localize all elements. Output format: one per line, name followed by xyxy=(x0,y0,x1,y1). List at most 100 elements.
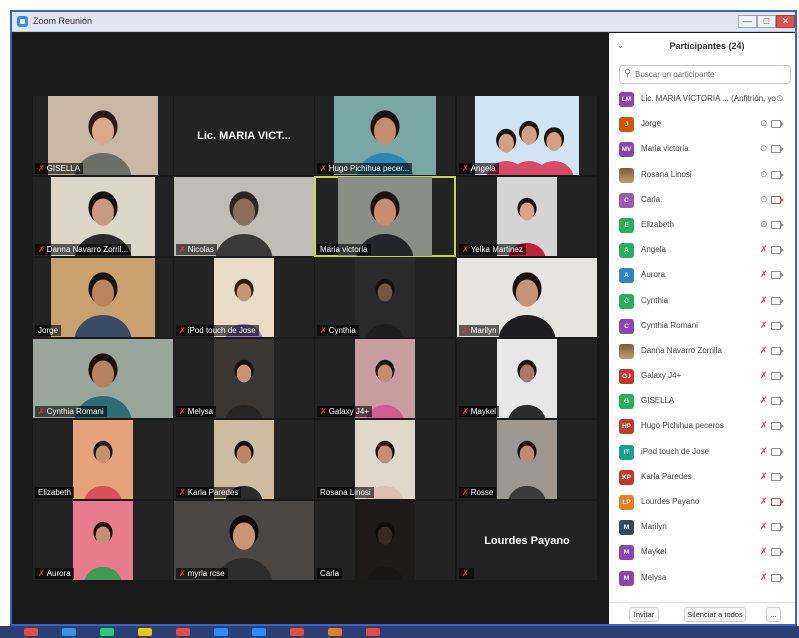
taskbar-app-icon[interactable] xyxy=(214,628,228,636)
video-tile[interactable]: ✗ Karla Paredes xyxy=(174,420,314,499)
video-camera-icon[interactable] xyxy=(771,145,784,154)
video-tile[interactable]: ✗ Nicolas xyxy=(174,177,314,256)
invite-button[interactable]: Invitar xyxy=(629,607,659,622)
participant-row[interactable]: Rosana Linosi ⊙ xyxy=(609,163,795,188)
muted-mic-icon[interactable]: ✗ xyxy=(760,395,768,406)
video-tile[interactable]: ✗ Danna Navarro Zorril... xyxy=(33,177,173,256)
video-tile[interactable]: ✗ GISELLA xyxy=(33,96,173,175)
video-tile[interactable]: ✗ Galaxy J4+ xyxy=(315,339,455,418)
video-tile[interactable]: ✗ Cynthia Romani xyxy=(33,339,173,418)
participant-row[interactable]: GJ Galaxy J4+ ✗ xyxy=(609,364,795,389)
video-tile[interactable]: ✗ Melysa xyxy=(174,339,314,418)
video-tile[interactable]: ✗ Marilyn xyxy=(457,258,597,337)
video-tile[interactable]: ✗ Cynthia xyxy=(315,258,455,337)
mic-icon[interactable]: ⊙ xyxy=(760,169,768,180)
video-camera-icon[interactable] xyxy=(771,346,784,355)
mic-icon[interactable]: ⊙ xyxy=(776,93,784,104)
participant-row[interactable]: MV Maria victoria ⊙ xyxy=(609,137,795,162)
taskbar-app-icon[interactable] xyxy=(62,628,76,636)
muted-mic-icon[interactable]: ✗ xyxy=(760,446,768,457)
video-tile[interactable]: Rosana Linosi xyxy=(315,420,455,499)
video-camera-icon[interactable] xyxy=(771,321,784,330)
video-camera-icon[interactable] xyxy=(771,422,784,431)
taskbar-app-icon[interactable] xyxy=(24,628,38,636)
taskbar-app-icon[interactable] xyxy=(290,628,304,636)
muted-mic-icon[interactable]: ✗ xyxy=(760,546,768,557)
video-camera-icon[interactable] xyxy=(771,170,784,179)
muted-mic-icon[interactable]: ✗ xyxy=(760,471,768,482)
video-tile[interactable]: Lic. MARIA VICT... xyxy=(174,96,314,175)
video-camera-icon[interactable] xyxy=(771,246,784,255)
close-button[interactable]: ✕ xyxy=(776,15,795,28)
participant-row[interactable]: M Melysa ✗ xyxy=(609,566,795,591)
mic-icon[interactable]: ⊙ xyxy=(760,194,768,205)
participant-row[interactable]: HP Hugo Pichihua peceros ✗ xyxy=(609,414,795,439)
search-input[interactable] xyxy=(635,68,785,81)
muted-mic-icon[interactable]: ✗ xyxy=(760,572,768,583)
participant-row[interactable]: J Jorge ⊙ xyxy=(609,112,795,137)
video-camera-icon[interactable] xyxy=(771,397,784,406)
taskbar-app-icon[interactable] xyxy=(138,628,152,636)
taskbar-app-icon[interactable] xyxy=(252,628,266,636)
participant-row[interactable]: M Maykel ✗ xyxy=(609,540,795,565)
muted-mic-icon[interactable]: ✗ xyxy=(760,420,768,431)
video-tile[interactable]: ✗ Angela xyxy=(457,96,597,175)
muted-mic-icon[interactable]: ✗ xyxy=(760,370,768,381)
taskbar-app-icon[interactable] xyxy=(366,628,380,636)
muted-mic-icon[interactable]: ✗ xyxy=(760,345,768,356)
participant-row[interactable]: LP Lourdes Payano ✗ xyxy=(609,490,795,515)
participant-row[interactable]: A Angela ✗ xyxy=(609,238,795,263)
participant-row[interactable]: KP Karla Paredes ✗ xyxy=(609,465,795,490)
video-camera-icon[interactable] xyxy=(771,372,784,381)
video-camera-icon[interactable] xyxy=(771,296,784,305)
video-tile[interactable]: ✗ iPod touch de Jose xyxy=(174,258,314,337)
muted-mic-icon[interactable]: ✗ xyxy=(760,244,768,255)
participant-row[interactable]: C Carla ⊙ xyxy=(609,188,795,213)
participant-search[interactable]: ⚲ xyxy=(619,65,791,84)
minimize-button[interactable]: — xyxy=(738,15,757,28)
maximize-button[interactable]: □ xyxy=(757,15,776,28)
mic-icon[interactable]: ⊙ xyxy=(760,219,768,230)
video-tile[interactable]: Lourdes Payano ✗ xyxy=(457,501,597,580)
taskbar-app-icon[interactable] xyxy=(328,628,342,636)
video-off-icon[interactable] xyxy=(771,195,784,204)
participant-row[interactable]: G GISELLA ✗ xyxy=(609,389,795,414)
participant-row[interactable]: Danna Navarro Zorrilla ✗ xyxy=(609,339,795,364)
participant-row[interactable]: A Aurora ✗ xyxy=(609,263,795,288)
video-camera-icon[interactable] xyxy=(771,120,784,129)
taskbar-app-icon[interactable] xyxy=(176,628,190,636)
video-tile[interactable]: Maria victoria xyxy=(314,176,456,257)
muted-mic-icon[interactable]: ✗ xyxy=(760,521,768,532)
participant-row[interactable]: C Cynthia Romani ✗ xyxy=(609,314,795,339)
muted-mic-icon[interactable]: ✗ xyxy=(760,496,768,507)
title-bar[interactable]: Zoom Reunión — □ ✕ xyxy=(12,12,795,32)
video-camera-icon[interactable] xyxy=(771,472,784,481)
video-tile[interactable]: ✗ Aurora xyxy=(33,501,173,580)
mic-icon[interactable]: ⊙ xyxy=(760,143,768,154)
mic-icon[interactable]: ⊙ xyxy=(760,118,768,129)
mute-all-button[interactable]: Silenciar a todos xyxy=(684,607,746,622)
participant-row[interactable]: E Elizabeth ⊙ xyxy=(609,213,795,238)
video-tile[interactable]: ✗ Hugo Pichihua pecer... xyxy=(315,96,455,175)
taskbar-app-icon[interactable] xyxy=(100,628,114,636)
video-tile[interactable]: Jorge xyxy=(33,258,173,337)
participant-row[interactable]: IT iPod touch de Jose ✗ xyxy=(609,440,795,465)
video-off-icon[interactable] xyxy=(771,498,784,506)
muted-mic-icon[interactable]: ✗ xyxy=(760,269,768,280)
video-camera-icon[interactable] xyxy=(771,271,784,280)
muted-mic-icon[interactable]: ✗ xyxy=(760,320,768,331)
more-button[interactable]: ... xyxy=(766,607,781,622)
video-tile[interactable]: Carla xyxy=(315,501,455,580)
muted-mic-icon[interactable]: ✗ xyxy=(760,295,768,306)
participant-row[interactable]: C Cynthia ✗ xyxy=(609,289,795,314)
video-tile[interactable]: ✗ Maykel xyxy=(457,339,597,418)
participant-row[interactable]: M Marilyn ✗ xyxy=(609,515,795,540)
video-camera-icon[interactable] xyxy=(771,523,784,532)
video-tile[interactable]: ✗ myrla rcse xyxy=(174,501,314,580)
video-tile[interactable]: ✗ Yelka Martinez xyxy=(457,177,597,256)
video-tile[interactable]: Elizabeth xyxy=(33,420,173,499)
video-camera-icon[interactable] xyxy=(771,548,784,557)
video-camera-icon[interactable] xyxy=(771,573,784,582)
video-tile[interactable]: ✗ Rosse xyxy=(457,420,597,499)
video-camera-icon[interactable] xyxy=(771,447,784,456)
